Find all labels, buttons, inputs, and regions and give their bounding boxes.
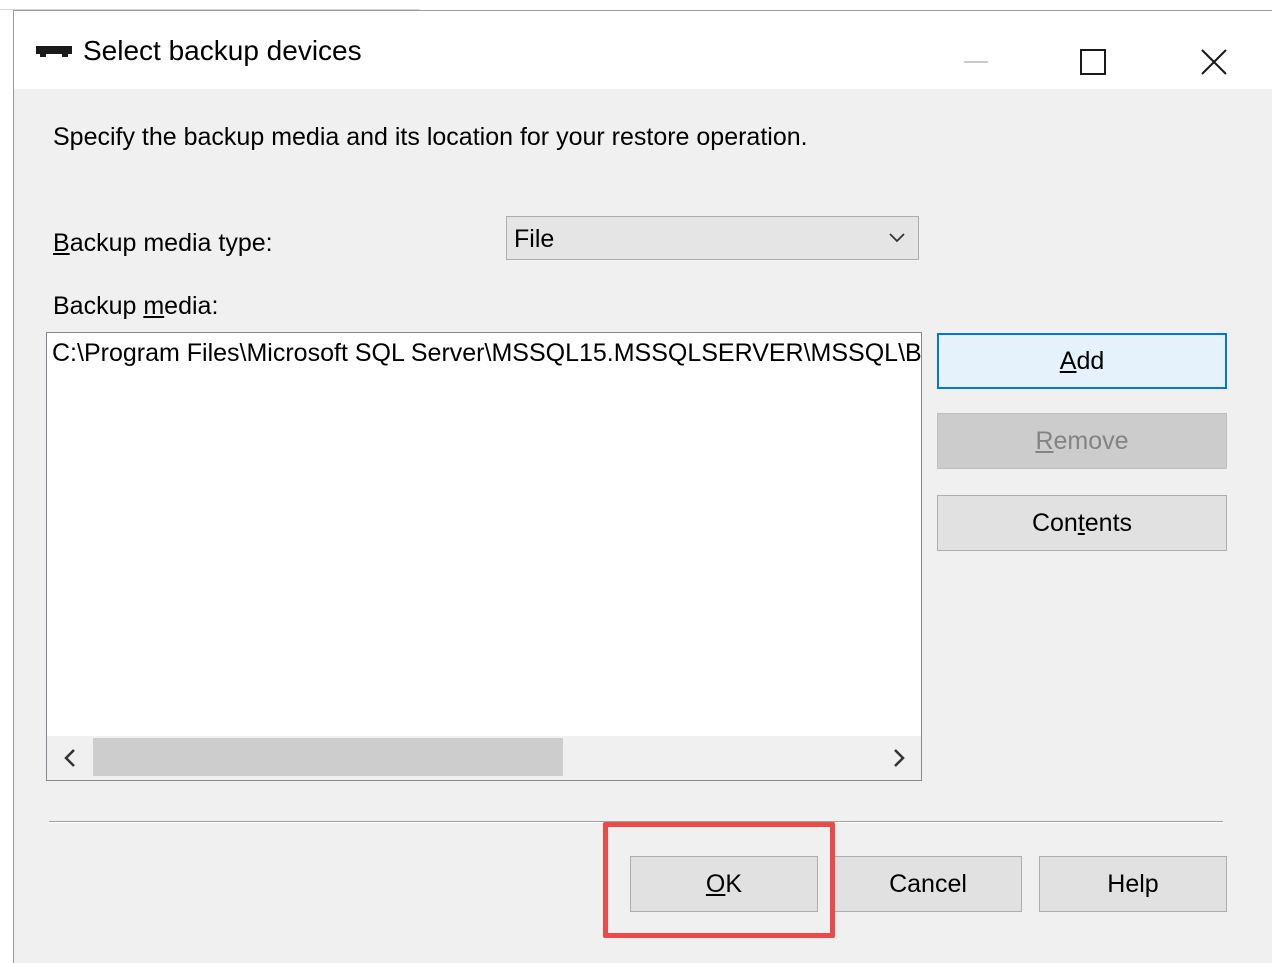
help-button[interactable]: Help (1039, 856, 1227, 912)
label-text: edia: (164, 292, 219, 320)
button-label: Con (1031, 509, 1078, 537)
add-button[interactable]: Add (937, 333, 1227, 389)
scroll-right-button[interactable] (877, 736, 921, 780)
button-label: emove (1053, 427, 1129, 455)
maximize-button[interactable] (1064, 21, 1124, 81)
chevron-right-icon (894, 749, 905, 767)
mnemonic-letter: B (53, 229, 70, 257)
minimize-button[interactable] (946, 21, 1006, 81)
list-item[interactable]: C:\Program Files\Microsoft SQL Server\MS… (52, 339, 921, 368)
cancel-button[interactable]: Cancel (834, 856, 1022, 912)
button-label: dd (1076, 347, 1105, 375)
dialog-title: Select backup devices (83, 35, 362, 66)
backup-media-type-select[interactable]: File (506, 216, 919, 260)
backup-media-type-label: Backup media type: (53, 229, 273, 258)
dialog-description: Specify the backup media and its locatio… (53, 123, 808, 151)
mnemonic-letter: A (1059, 347, 1077, 375)
chevron-down-icon (889, 233, 905, 243)
mnemonic-letter: t (1077, 509, 1085, 537)
minimize-icon (964, 61, 988, 63)
close-button[interactable] (1184, 21, 1244, 81)
select-backup-devices-dialog: Select backup devices Specify the backup… (13, 10, 1272, 963)
ok-highlight-annotation (603, 822, 835, 938)
chevron-left-icon (64, 749, 75, 767)
scroll-left-button[interactable] (47, 736, 91, 780)
backup-media-label: Backup media: (53, 292, 218, 321)
title-bar[interactable]: Select backup devices (14, 11, 1272, 89)
button-label: Help (1107, 870, 1159, 898)
button-label: Cancel (889, 870, 967, 898)
mnemonic-letter: m (143, 292, 165, 320)
button-label: ents (1084, 509, 1133, 537)
backup-media-list[interactable]: C:\Program Files\Microsoft SQL Server\MS… (46, 332, 922, 781)
remove-button[interactable]: Remove (937, 413, 1227, 469)
horizontal-scrollbar[interactable] (47, 736, 921, 780)
contents-button[interactable]: Contents (937, 495, 1227, 551)
background-window-edge (0, 0, 420, 10)
close-icon (1201, 49, 1227, 75)
scroll-thumb[interactable] (93, 738, 563, 776)
mnemonic-letter: R (1035, 427, 1054, 455)
label-text: ackup media type: (69, 229, 273, 257)
label-text: Backup (53, 292, 144, 320)
maximize-icon (1080, 49, 1106, 75)
tape-drive-icon (36, 46, 72, 57)
selected-value: File (514, 225, 555, 253)
